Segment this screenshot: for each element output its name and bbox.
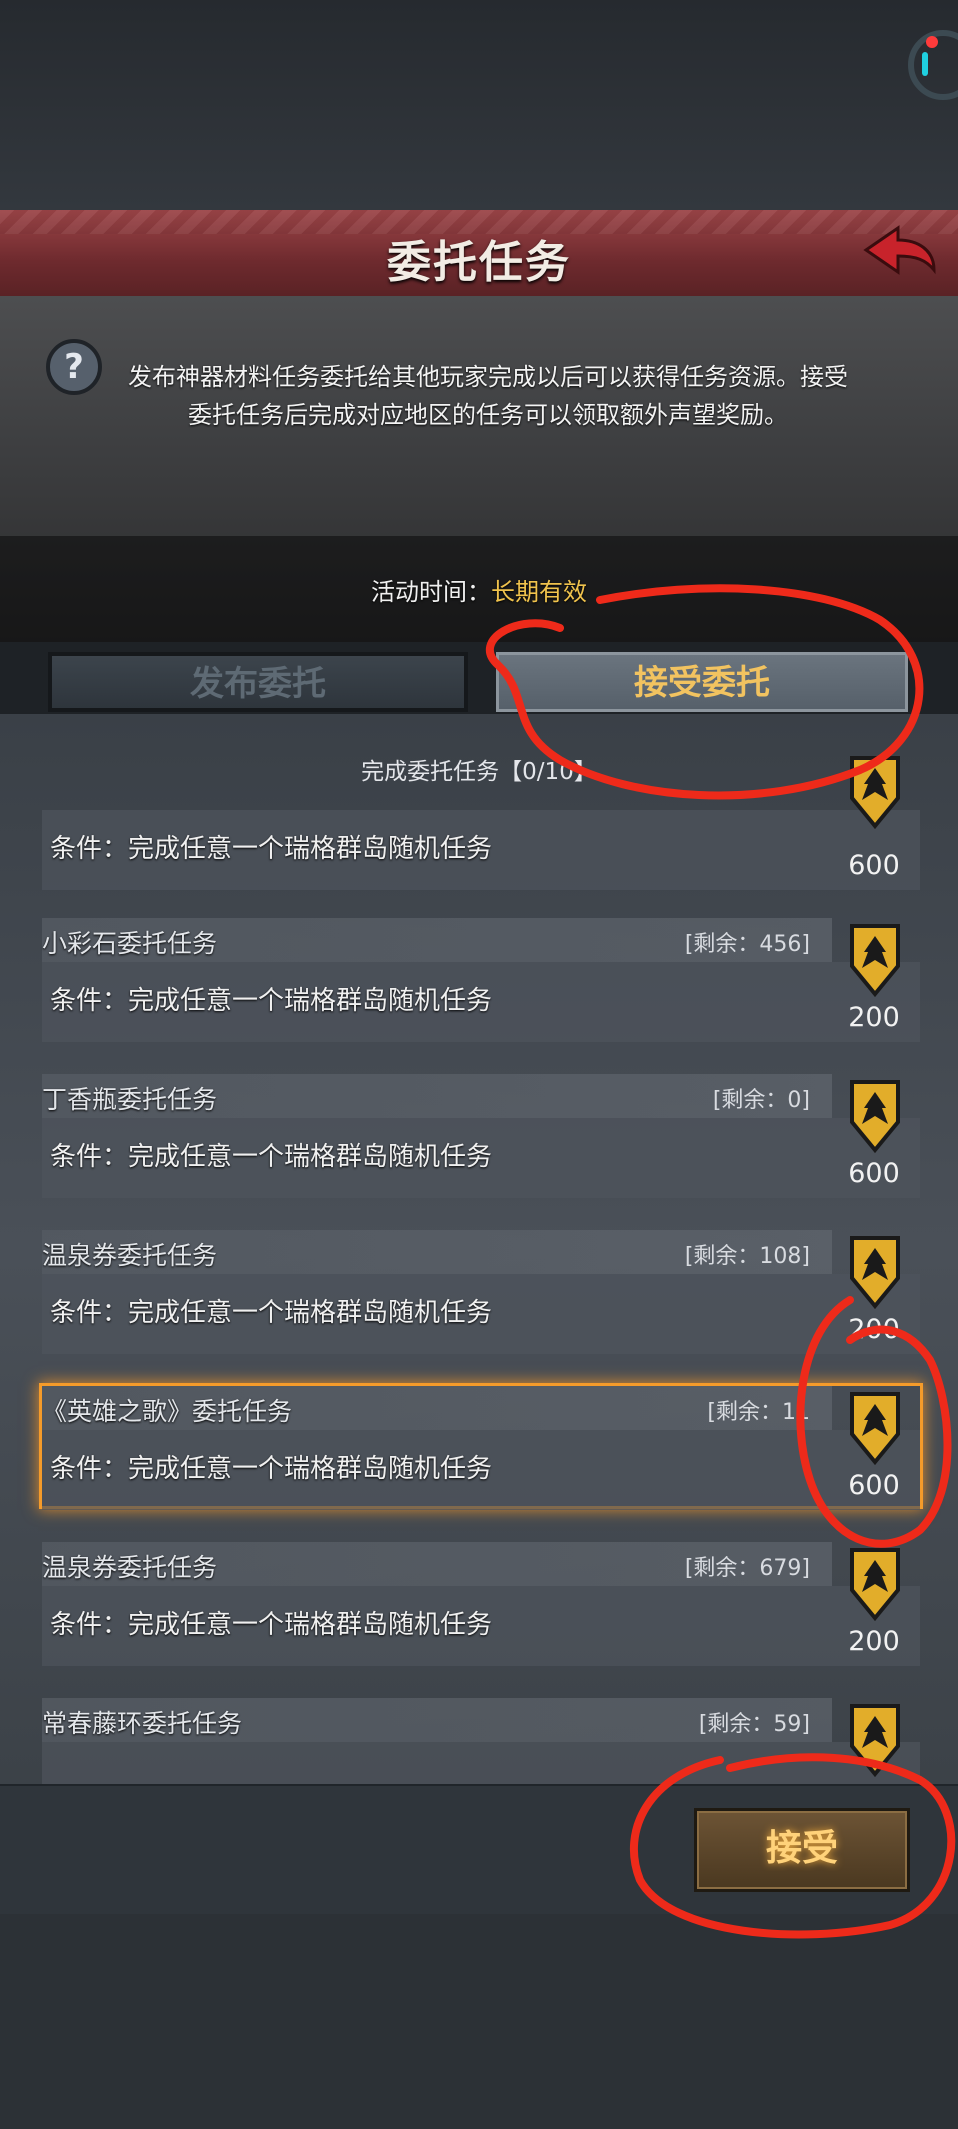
task-reward: 200 — [848, 1002, 900, 1033]
task-condition: 条件：完成任意一个瑞格群岛随机任务 — [50, 986, 493, 1016]
task-name: 丁香瓶委托任务 — [42, 1085, 218, 1114]
reputation-shield-icon — [850, 1392, 900, 1466]
task-remaining: [剩余：456] — [684, 932, 810, 957]
tab-publish[interactable]: 发布委托 — [48, 652, 468, 712]
task-remaining: [剩余：11 — [707, 1400, 810, 1425]
task-name: 温泉券委托任务 — [42, 1553, 218, 1582]
task-item[interactable]: 温泉券委托任务 [剩余：108] 条件：完成任意一个瑞格群岛随机任务 200 — [42, 1230, 920, 1354]
info-banner: ? 发布神器材料任务委托给其他玩家完成以后可以获得任务资源。接受委托任务后完成对… — [0, 296, 958, 642]
notification-dot-icon — [926, 36, 938, 48]
activity-value: 长期有效 — [491, 578, 587, 606]
accept-button[interactable]: 接受 — [694, 1808, 910, 1892]
activity-label: 活动时间： — [371, 578, 491, 606]
task-list[interactable]: 完成委托任务【0/10】 条件：完成任意一个瑞格群岛随机任务 600 小彩石委托… — [0, 714, 958, 1784]
help-icon[interactable]: ? — [46, 339, 102, 395]
task-reward: 600 — [848, 850, 900, 881]
task-name: 温泉券委托任务 — [42, 1241, 218, 1270]
title-bar: 委托任务 — [0, 210, 958, 299]
reputation-shield-icon — [850, 1704, 900, 1778]
task-name: 小彩石委托任务 — [42, 929, 218, 958]
task-condition: 条件：完成任意一个瑞格群岛随机任务 — [50, 1454, 493, 1484]
reputation-shield-icon — [850, 1080, 900, 1154]
task-name: 常春藤环委托任务 — [42, 1709, 243, 1738]
task-item[interactable]: 温泉券委托任务 [剩余：679] 条件：完成任意一个瑞格群岛随机任务 200 — [42, 1542, 920, 1666]
task-name: 《英雄之歌》委托任务 — [42, 1397, 293, 1426]
bottom-bar: 接受 — [0, 1784, 958, 1916]
reputation-shield-icon — [850, 924, 900, 998]
task-condition: 条件：完成任意一个瑞格群岛随机任务 — [50, 1298, 493, 1328]
reputation-shield-icon — [850, 1548, 900, 1622]
tab-bar: 发布委托 接受委托 — [0, 642, 958, 714]
task-reward: 200 — [848, 1314, 900, 1345]
task-item[interactable]: 条件：完成任意一个瑞格群岛随机任务 600 — [42, 756, 920, 890]
task-remaining: [剩余：679] — [684, 1556, 810, 1581]
task-item[interactable]: 小彩石委托任务 [剩余：456] 条件：完成任意一个瑞格群岛随机任务 200 — [42, 918, 920, 1042]
task-remaining: [剩余：59] — [698, 1712, 810, 1737]
tab-accept[interactable]: 接受委托 — [496, 652, 908, 712]
page-title: 委托任务 — [387, 237, 571, 288]
task-item[interactable]: 丁香瓶委托任务 [剩余：0] 条件：完成任意一个瑞格群岛随机任务 600 — [42, 1074, 920, 1198]
task-reward: 200 — [848, 1626, 900, 1657]
task-condition: 条件：完成任意一个瑞格群岛随机任务 — [50, 834, 493, 864]
reputation-shield-icon — [850, 1236, 900, 1310]
top-background — [0, 0, 958, 210]
task-condition: 条件：完成任意一个瑞格群岛随机任务 — [50, 1142, 493, 1172]
task-body — [42, 1742, 920, 1784]
back-arrow-icon[interactable] — [860, 222, 940, 284]
task-reward: 600 — [848, 1158, 900, 1189]
lower-background — [0, 1914, 958, 2129]
task-reward: 600 — [848, 1470, 900, 1501]
task-condition: 条件：完成任意一个瑞格群岛随机任务 — [50, 1610, 493, 1640]
activity-time: 活动时间：长期有效 — [0, 572, 958, 607]
task-item-selected[interactable]: 《英雄之歌》委托任务 [剩余：11 条件：完成任意一个瑞格群岛随机任务 600 — [39, 1383, 923, 1510]
description-text: 发布神器材料任务委托给其他玩家完成以后可以获得任务资源。接受委托任务后完成对应地… — [128, 363, 848, 429]
task-remaining: [剩余：0] — [712, 1088, 810, 1113]
reputation-shield-icon — [850, 756, 900, 830]
task-item[interactable]: 常春藤环委托任务 [剩余：59] — [42, 1698, 920, 1784]
task-remaining: [剩余：108] — [684, 1244, 810, 1269]
